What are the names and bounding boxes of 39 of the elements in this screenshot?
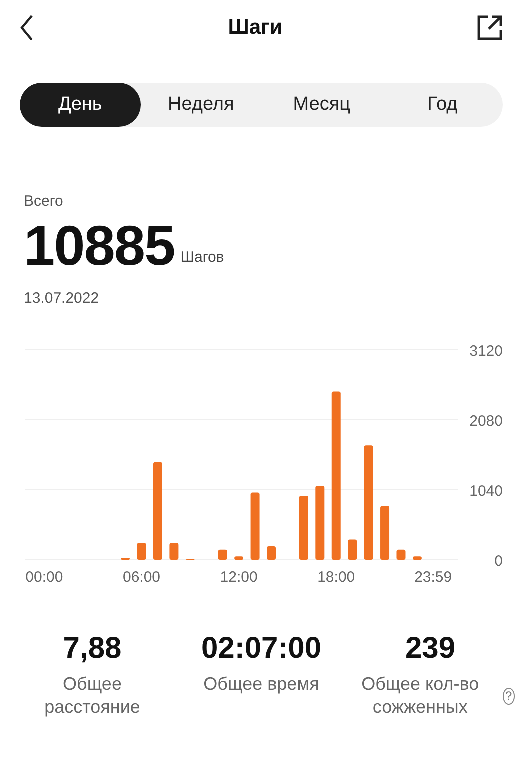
stat-label: Общее время xyxy=(204,673,320,696)
bar xyxy=(348,540,358,560)
bar xyxy=(380,506,390,560)
bar xyxy=(412,556,422,560)
step-count: 10885 xyxy=(24,218,175,274)
bar xyxy=(267,546,276,560)
bar xyxy=(234,556,244,560)
x-axis-label: 18:00 xyxy=(318,569,356,586)
y-axis-label: 2080 xyxy=(470,413,503,430)
page-title: Шаги xyxy=(228,15,283,42)
help-icon[interactable]: ? xyxy=(502,688,515,705)
x-axis-label: 12:00 xyxy=(220,569,258,586)
y-axis-label: 0 xyxy=(494,553,503,570)
bar xyxy=(137,543,146,560)
bar xyxy=(250,492,260,560)
bar xyxy=(121,558,130,560)
y-axis-label: 3120 xyxy=(470,343,503,360)
x-axis-label: 23:59 xyxy=(414,569,452,586)
share-icon[interactable] xyxy=(476,15,503,41)
x-axis-label: 00:00 xyxy=(26,569,64,586)
back-icon[interactable] xyxy=(20,15,34,41)
stat-label: Общее расстояние xyxy=(44,673,142,720)
date-label: 13.07.2022 xyxy=(24,288,100,308)
y-axis-label: 1040 xyxy=(470,483,503,500)
bar xyxy=(396,550,406,560)
period-tab[interactable]: День xyxy=(20,83,141,127)
x-axis-label: 06:00 xyxy=(123,569,161,586)
period-tab[interactable]: Неделя xyxy=(140,83,262,127)
stat-label: Общее кол-во сожженных xyxy=(360,673,480,720)
stat-value: 02:07:00 xyxy=(201,632,322,665)
total-caption: Всего xyxy=(24,192,64,212)
step-unit: Шагов xyxy=(180,248,224,268)
bar xyxy=(218,550,228,560)
period-tab[interactable]: Год xyxy=(382,83,503,127)
stat-value: 7,88 xyxy=(63,632,122,665)
bar xyxy=(299,496,308,560)
period-tab[interactable]: Месяц xyxy=(262,83,382,127)
bar xyxy=(170,543,179,560)
stat-value: 239 xyxy=(405,632,456,665)
